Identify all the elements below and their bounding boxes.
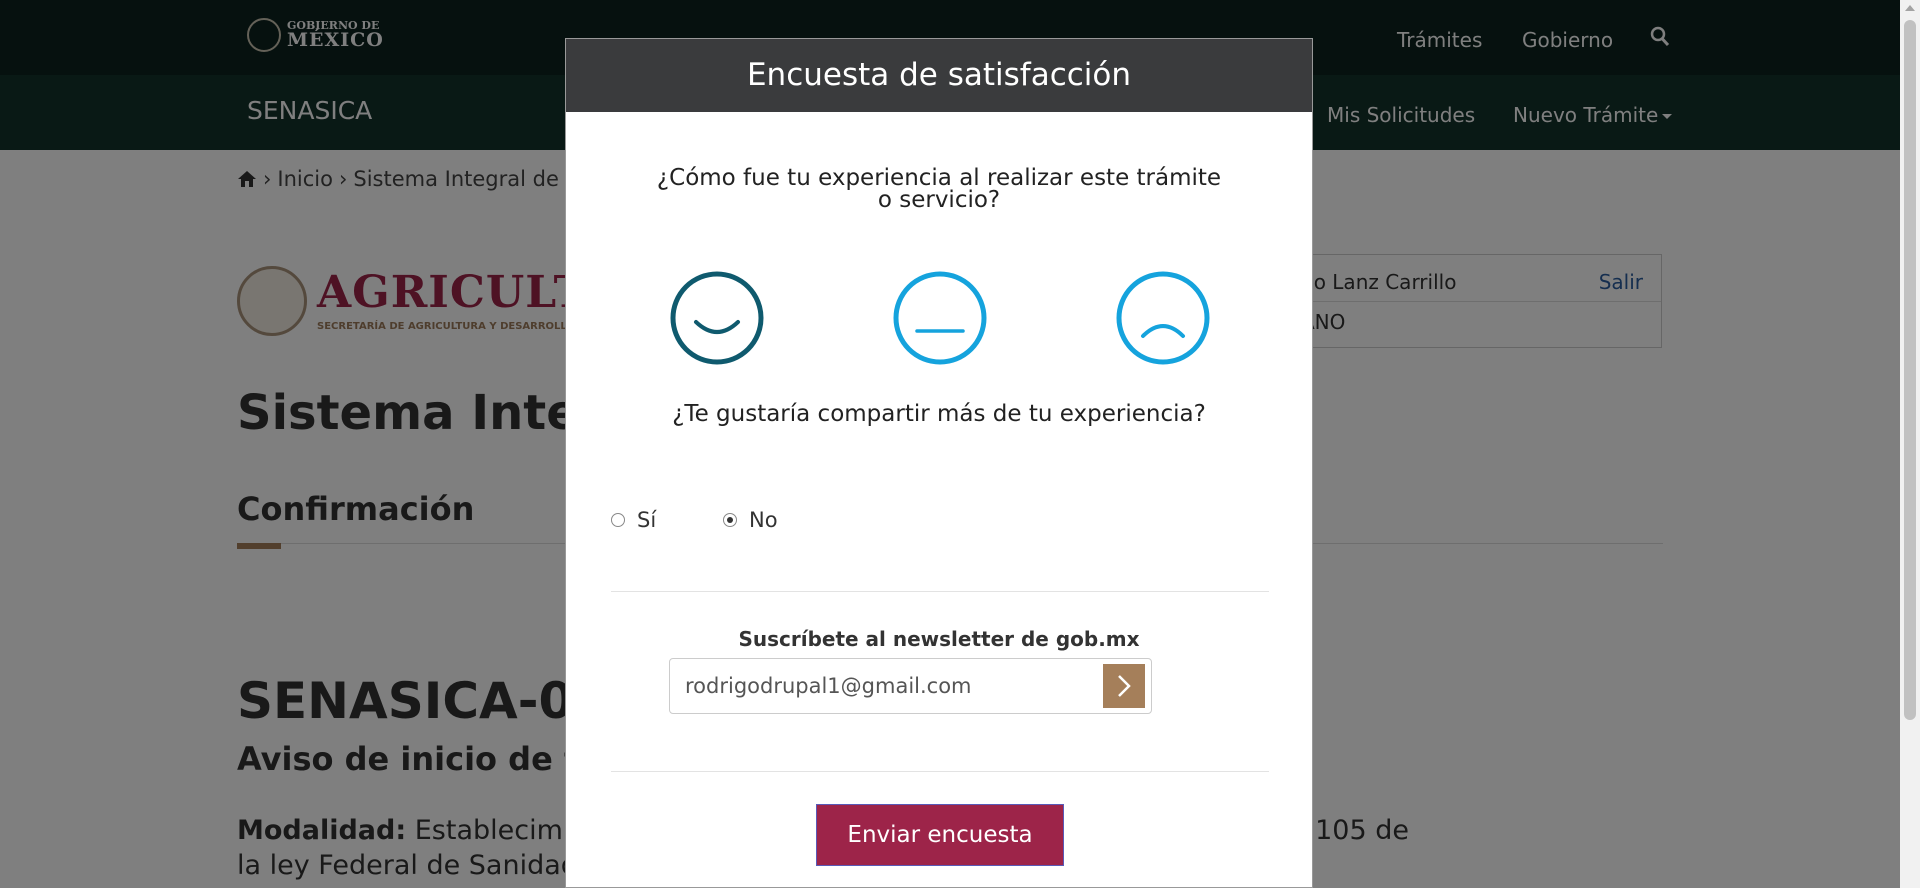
newsletter-email-field[interactable]: rodrigodrupal1@gmail.com	[669, 658, 1152, 714]
radio-no[interactable]	[723, 513, 737, 527]
newsletter-label: Suscríbete al newsletter de gob.mx	[738, 627, 1140, 651]
page-scrollbar[interactable]	[1900, 0, 1920, 888]
divider	[611, 591, 1269, 592]
satisfaction-survey-modal: Encuesta de satisfacción ¿Cómo fue tu ex…	[565, 38, 1313, 888]
radio-yes[interactable]	[611, 513, 625, 527]
option-no[interactable]: No	[723, 508, 778, 532]
happy-face-icon[interactable]	[669, 270, 765, 366]
newsletter-submit-button[interactable]	[1103, 664, 1145, 708]
send-survey-button[interactable]: Enviar encuesta	[816, 804, 1064, 866]
experience-question: ¿Cómo fue tu experiencia al realizar est…	[656, 165, 1222, 213]
chevron-right-icon	[1118, 675, 1131, 697]
option-no-label: No	[749, 508, 778, 532]
option-yes[interactable]: Sí	[611, 508, 656, 532]
modal-title: Encuesta de satisfacción	[566, 39, 1312, 112]
option-yes-label: Sí	[637, 508, 657, 532]
scroll-up-icon[interactable]	[1905, 5, 1915, 11]
scrollbar-thumb[interactable]	[1904, 20, 1916, 720]
share-question: ¿Te gustaría compartir más de tu experie…	[672, 401, 1206, 427]
divider	[611, 771, 1269, 772]
sad-face-icon[interactable]	[1115, 270, 1211, 366]
neutral-face-icon[interactable]	[892, 270, 988, 366]
